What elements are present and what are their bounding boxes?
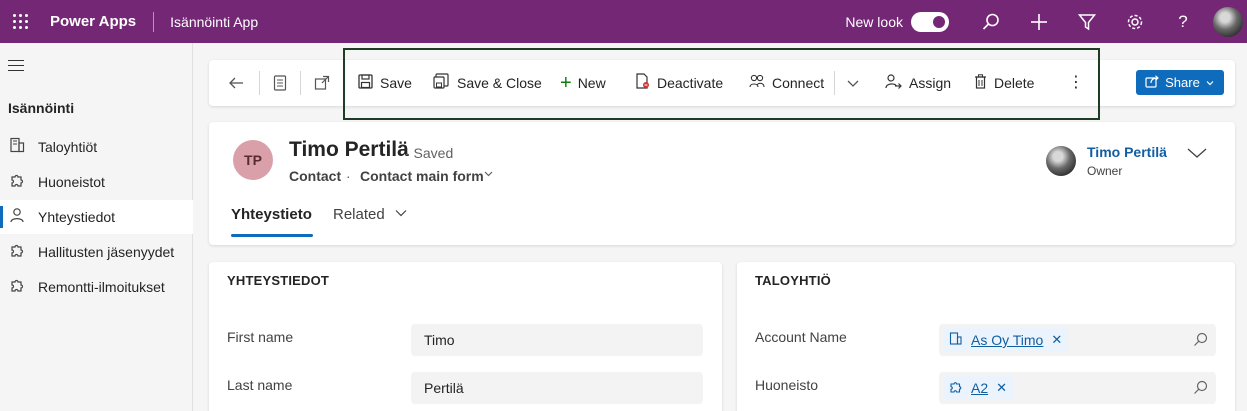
huoneisto-link[interactable]: A2 — [971, 380, 988, 396]
divider — [259, 71, 260, 95]
tab-related-label: Related — [333, 206, 385, 223]
section-taloyhtio: TALOYHTIÖ Account Name As Oy Timo ✕ Huon… — [737, 262, 1235, 411]
sidebar-item-hallitusten-jasenyydet[interactable]: Hallitusten jäsenyydet — [0, 235, 193, 269]
huoneisto-lookup[interactable]: A2 ✕ — [939, 372, 1216, 404]
sidebar-item-remontti-ilmoitukset[interactable]: Remontti-ilmoitukset — [0, 270, 193, 304]
section-title: TALOYHTIÖ — [755, 273, 831, 288]
first-name-value: Timo — [424, 332, 455, 348]
filter-button[interactable] — [1063, 0, 1111, 43]
sidebar: Isännöinti Taloyhtiöt Huoneistot Yhteyst… — [0, 43, 193, 411]
first-name-label: First name — [227, 329, 294, 345]
help-icon: ? — [1178, 11, 1188, 31]
search-button[interactable] — [967, 0, 1015, 43]
sidebar-item-label: Taloyhtiöt — [38, 139, 98, 155]
back-button[interactable] — [228, 60, 244, 106]
app-launcher-button[interactable] — [0, 0, 38, 43]
building-icon — [7, 137, 27, 157]
new-record-button[interactable] — [1015, 0, 1063, 43]
remove-icon[interactable]: ✕ — [1051, 332, 1062, 348]
puzzle-icon — [7, 242, 27, 262]
main-content: Save Save & Close + New Deactivate Conne… — [193, 43, 1247, 411]
document-icon — [273, 75, 287, 91]
last-name-value: Pertilä — [424, 380, 464, 396]
chevron-down-icon — [1187, 148, 1207, 158]
share-button[interactable]: Share — [1136, 70, 1224, 95]
sidebar-item-taloyhtiot[interactable]: Taloyhtiöt — [0, 130, 193, 164]
tab-yhteystieto[interactable]: Yhteystieto — [231, 206, 313, 237]
lookup-search-button[interactable] — [1193, 380, 1208, 398]
pop-out-icon — [314, 75, 330, 90]
sidebar-item-label: Hallitusten jäsenyydet — [38, 244, 175, 260]
huoneisto-label: Huoneisto — [755, 377, 819, 393]
record-header: TP Timo Pertilä - Saved Contact · Contac… — [209, 122, 1235, 245]
divider — [300, 71, 301, 95]
top-app-bar: Power Apps Isännöinti App New look ? — [0, 0, 1247, 43]
entity-name: Contact — [289, 168, 342, 184]
lookup-search-button[interactable] — [1193, 332, 1208, 350]
entity-separator: · — [346, 168, 351, 184]
sidebar-section-title: Isännöinti — [8, 100, 75, 116]
plus-icon — [1031, 13, 1047, 30]
remove-icon[interactable]: ✕ — [996, 380, 1007, 396]
hamburger-menu-icon[interactable] — [8, 60, 24, 75]
arrow-left-icon — [229, 77, 243, 89]
form-view-button[interactable] — [273, 60, 287, 106]
app-name[interactable]: Isännöinti App — [170, 14, 258, 30]
avatar: TP — [233, 140, 273, 180]
sidebar-item-huoneistot[interactable]: Huoneistot — [0, 165, 193, 199]
section-title: YHTEYSTIEDOT — [227, 273, 330, 288]
account-name-label: Account Name — [755, 329, 847, 345]
sidebar-item-label: Yhteystiedot — [38, 209, 116, 225]
new-look-toggle[interactable] — [911, 11, 949, 32]
puzzle-icon — [7, 277, 27, 297]
sidebar-item-label: Huoneistot — [38, 174, 105, 190]
owner-role-label: Owner — [1087, 164, 1123, 178]
owner-avatar — [1046, 146, 1076, 176]
person-icon — [7, 207, 27, 227]
form-selector[interactable]: Contact main form — [360, 168, 484, 184]
settings-button[interactable] — [1111, 0, 1159, 43]
help-button[interactable]: ? — [1159, 0, 1207, 43]
share-icon — [1145, 74, 1160, 91]
last-name-field[interactable]: Pertilä — [411, 372, 703, 404]
divider — [153, 11, 155, 32]
first-name-field[interactable]: Timo — [411, 324, 703, 356]
sidebar-item-label: Remontti-ilmoitukset — [38, 279, 165, 295]
save-status: - Saved — [405, 145, 454, 161]
open-new-window-button[interactable] — [314, 60, 330, 106]
search-icon — [1194, 332, 1208, 346]
building-icon — [949, 332, 962, 348]
chevron-down-icon[interactable] — [483, 168, 494, 182]
filter-icon — [1078, 13, 1096, 30]
owner-link[interactable]: Timo Pertilä — [1087, 144, 1167, 160]
search-icon — [1194, 380, 1208, 394]
waffle-icon — [12, 14, 28, 29]
share-label: Share — [1165, 75, 1200, 90]
account-link[interactable]: As Oy Timo — [971, 332, 1043, 348]
highlight-frame — [343, 48, 1100, 120]
account-lookup-tag[interactable]: As Oy Timo ✕ — [943, 328, 1069, 352]
new-look-label: New look — [845, 13, 903, 30]
last-name-label: Last name — [227, 377, 293, 393]
account-name-lookup[interactable]: As Oy Timo ✕ — [939, 324, 1216, 356]
puzzle-icon — [949, 380, 962, 396]
section-yhteystiedot: YHTEYSTIEDOT First name Timo Last name P… — [209, 262, 722, 411]
puzzle-icon — [7, 172, 27, 192]
gear-icon — [1127, 14, 1143, 29]
expand-header-button[interactable] — [1187, 146, 1207, 165]
top-bar-actions: New look ? — [845, 0, 1247, 43]
user-avatar[interactable] — [1213, 6, 1243, 37]
chevron-down-icon — [1206, 80, 1214, 85]
huoneisto-lookup-tag[interactable]: A2 ✕ — [943, 376, 1014, 400]
record-name: Timo Pertilä — [289, 138, 409, 161]
search-icon — [982, 13, 999, 30]
tab-related[interactable]: Related — [333, 206, 407, 223]
chevron-down-icon — [395, 210, 407, 217]
sidebar-item-yhteystiedot[interactable]: Yhteystiedot — [0, 200, 193, 234]
brand-title[interactable]: Power Apps — [50, 13, 136, 30]
